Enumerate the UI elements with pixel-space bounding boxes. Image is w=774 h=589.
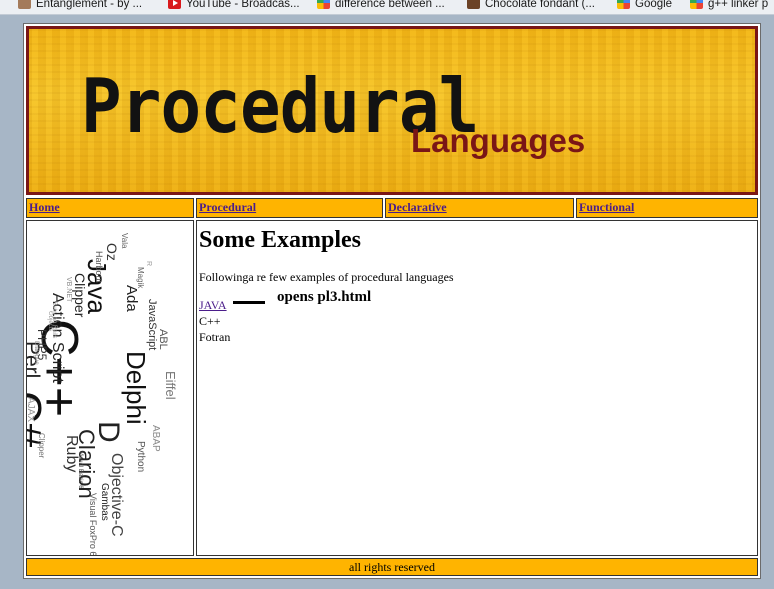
cloud-word: Delphi xyxy=(121,351,151,425)
page-table: Procedural Languages Home Procedural Dec… xyxy=(23,23,761,579)
annotation-text: opens pl3.html xyxy=(277,289,372,305)
bookmark-youtube[interactable]: YouTube - Broadcas... xyxy=(168,0,300,12)
bookmark-chocolate[interactable]: Chocolate fondant (... xyxy=(467,0,595,12)
word-cloud: C++ Java C# Delphi Action Script Perl D Clarion… xyxy=(26,221,193,556)
cloud-word: Vala xyxy=(120,233,129,249)
cloud-word: Visual Basic 6 xyxy=(77,451,83,489)
cloud-word: Eiffel xyxy=(163,371,178,400)
annotation-arrow xyxy=(233,301,265,304)
cloud-word: JavaScript xyxy=(146,299,158,351)
cloud-word: ABL xyxy=(157,329,169,350)
google-icon xyxy=(317,0,330,9)
google-icon xyxy=(617,0,630,9)
cloud-word: Magik xyxy=(136,267,145,289)
cloud-word: Dialogue xyxy=(33,341,39,365)
cloud-word: ABAP xyxy=(150,425,161,452)
nav-link-declarative[interactable]: Declarative xyxy=(388,200,447,214)
example-link-java[interactable]: JAVA xyxy=(199,298,227,312)
entanglement-icon xyxy=(18,0,31,9)
cloud-word: Clipper xyxy=(37,433,46,459)
cloud-word: Oz xyxy=(104,243,120,261)
cloud-word: R xyxy=(145,261,152,267)
nav-link-functional[interactable]: Functional xyxy=(579,200,634,214)
cloud-word: Python xyxy=(135,441,146,473)
cloud-word: Ruby on Rails xyxy=(51,301,57,339)
cloud-word: VB.NET xyxy=(65,277,72,303)
example-cpp: C++ xyxy=(199,314,221,328)
bookmarks-bar: Entanglement - by ... YouTube - Broadcas… xyxy=(0,0,774,15)
nav-cell-declarative: Declarative xyxy=(385,198,574,218)
example-fotran: Fotran xyxy=(199,330,231,344)
cloud-word: Gambas xyxy=(99,483,110,521)
bookmark-google[interactable]: Google xyxy=(617,0,672,12)
youtube-icon xyxy=(168,0,181,9)
cloud-word: AJAX xyxy=(26,397,36,423)
main-content: Some Examples Followinga re few examples… xyxy=(196,220,758,556)
banner-subtitle: Languages xyxy=(411,122,586,159)
bookmark-gpp-linker[interactable]: g++ linker p xyxy=(690,0,768,12)
chocolate-icon xyxy=(467,0,480,9)
intro-text: Followinga re few examples of procedural… xyxy=(199,270,454,284)
cloud-word: Ada xyxy=(123,285,140,312)
page-heading: Some Examples xyxy=(199,227,361,253)
header-banner: Procedural Languages xyxy=(26,26,758,195)
nav-cell-functional: Functional xyxy=(576,198,758,218)
nav-link-procedural[interactable]: Procedural xyxy=(199,200,256,214)
nav-cell-procedural: Procedural xyxy=(196,198,383,218)
bookmark-entanglement[interactable]: Entanglement - by ... xyxy=(18,0,142,12)
cloud-word: Harbour xyxy=(94,251,104,284)
cloud-word: Objective-C xyxy=(108,453,125,537)
sidebar: C++ Java C# Delphi Action Script Perl D Clarion… xyxy=(26,220,194,556)
bookmark-difference[interactable]: difference between ... xyxy=(317,0,445,12)
footer: all rights reserved xyxy=(26,558,758,576)
cloud-word: Visual FoxPro 6 xyxy=(88,493,98,556)
nav-cell-home: Home xyxy=(26,198,194,218)
cloud-word: Clipper xyxy=(72,273,88,318)
examples-list: JAVA C++ Fotran opens pl3.html xyxy=(199,289,757,345)
nav-link-home[interactable]: Home xyxy=(29,200,60,214)
google-icon xyxy=(690,0,703,9)
